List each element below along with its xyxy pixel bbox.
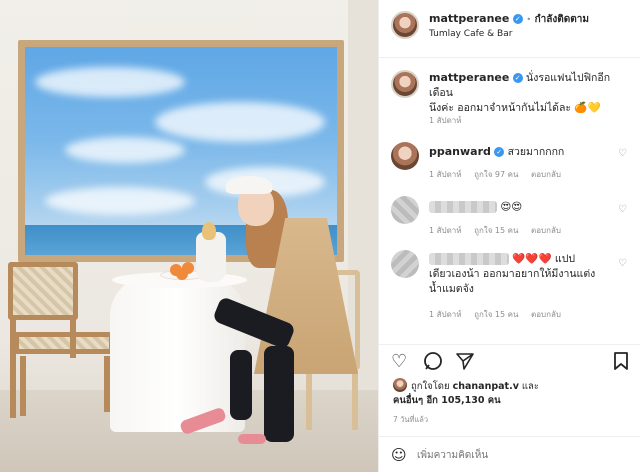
post-time[interactable]: 7 วันที่แล้ว: [393, 414, 428, 426]
comment-avatar[interactable]: [391, 142, 419, 170]
comment-avatar[interactable]: [391, 250, 419, 278]
post-header: mattperanee ✓ • กำลังติดตาม Tumlay Cafe …: [379, 0, 640, 58]
comment-item: ❤️❤️❤️ แปป เดียวเองน้า ออกมาอยากให้มีงาน…: [379, 248, 640, 320]
comment-text: 😍😍: [500, 201, 523, 213]
caption-username[interactable]: mattperanee: [429, 71, 509, 84]
likes-summary: ถูกใจโดย chananpat.v และ คนอื่นๆ อีก 105…: [379, 378, 640, 414]
caption-avatar[interactable]: [391, 70, 419, 98]
comment-avatar[interactable]: [391, 196, 419, 224]
post-caption: mattperanee ✓ นั่งรอแฟนไปฟิกอีกเดือน นึง…: [379, 68, 640, 130]
comment-input-bar: ☺: [379, 436, 640, 472]
paper-plane-icon[interactable]: [455, 351, 475, 375]
liked-by-user[interactable]: chananpat.v: [453, 381, 519, 392]
comment-reply-button[interactable]: ตอบกลับ: [531, 226, 561, 235]
post-photo[interactable]: [0, 0, 378, 472]
liked-by-prefix: ถูกใจโดย: [411, 381, 450, 392]
comment-reply-button[interactable]: ตอบกลับ: [531, 170, 561, 179]
author-avatar[interactable]: [391, 11, 419, 39]
comment-meta: 1 สัปดาห์ ถูกใจ 97 คน ตอบกลับ: [429, 168, 571, 181]
comment-text-line2: เดียวเองน้า ออกมาอยากให้มีงานแต่ง: [429, 268, 596, 280]
comment-text: สวยมากกกก: [507, 146, 565, 158]
comment-meta: 1 สัปดาห์ ถูกใจ 15 คน ตอบกลับ: [429, 308, 571, 321]
post-actions-bar: ♡: [379, 344, 640, 378]
caption-text-line2: นึงค่ะ ออกมาจำหน้ากันไม่ได้ละ: [429, 102, 572, 114]
comment-like-heart-icon[interactable]: ♡: [618, 148, 627, 159]
photo-chair-left: [0, 262, 120, 422]
follow-status-button[interactable]: กำลังติดตาม: [535, 14, 589, 25]
comment-username[interactable]: ppanward: [429, 145, 491, 158]
comment-likes[interactable]: ถูกใจ 97 คน: [474, 170, 518, 179]
comment-like-heart-icon[interactable]: ♡: [618, 204, 627, 215]
comment-time[interactable]: 1 สัปดาห์: [429, 170, 462, 179]
verified-badge-icon: ✓: [512, 14, 523, 24]
comment-time[interactable]: 1 สัปดาห์: [429, 310, 462, 319]
comment-likes[interactable]: ถูกใจ 15 คน: [474, 226, 518, 235]
liked-by-and: และ: [521, 381, 539, 392]
caption-emoji: 🍊💛: [574, 102, 601, 114]
comment-like-heart-icon[interactable]: ♡: [618, 258, 627, 269]
bookmark-icon[interactable]: [613, 351, 629, 375]
comment-text-line3: น้ำแมตจัง: [429, 283, 474, 295]
comment-meta: 1 สัปดาห์ ถูกใจ 15 คน ตอบกลับ: [429, 224, 571, 237]
comment-username-blurred[interactable]: [429, 201, 497, 213]
comment-likes[interactable]: ถูกใจ 15 คน: [474, 310, 518, 319]
comment-input[interactable]: [417, 446, 617, 464]
likes-count-others[interactable]: คนอื่นๆ อีก 105,130 คน: [393, 393, 501, 408]
comment-icon[interactable]: [423, 351, 443, 375]
comment-item: ppanward ✓ สวยมากกกก 1 สัปดาห์ ถูกใจ 97 …: [379, 140, 640, 188]
verified-badge-icon: ✓: [512, 73, 523, 83]
smiley-icon[interactable]: ☺: [391, 446, 407, 464]
verified-badge-icon: ✓: [494, 147, 505, 157]
caption-time[interactable]: 1 สัปดาห์: [429, 114, 462, 127]
location-link[interactable]: Tumlay Cafe & Bar: [429, 29, 512, 39]
comment-hearts: ❤️❤️❤️: [512, 253, 552, 265]
comment-time[interactable]: 1 สัปดาห์: [429, 226, 462, 235]
heart-icon[interactable]: ♡: [391, 353, 407, 371]
photo-woman-cap: [226, 176, 272, 194]
post-side-panel: mattperanee ✓ • กำลังติดตาม Tumlay Cafe …: [378, 0, 640, 472]
photo-flower: [202, 222, 216, 240]
liker-avatar[interactable]: [393, 378, 407, 392]
comment-item: 😍😍 1 สัปดาห์ ถูกใจ 15 คน ตอบกลับ ♡: [379, 194, 640, 242]
author-username[interactable]: mattperanee: [429, 12, 509, 25]
comment-text-line1: แปป: [554, 253, 576, 265]
comment-reply-button[interactable]: ตอบกลับ: [531, 310, 561, 319]
header-separator: •: [526, 15, 532, 24]
comment-username-blurred[interactable]: [429, 253, 509, 265]
